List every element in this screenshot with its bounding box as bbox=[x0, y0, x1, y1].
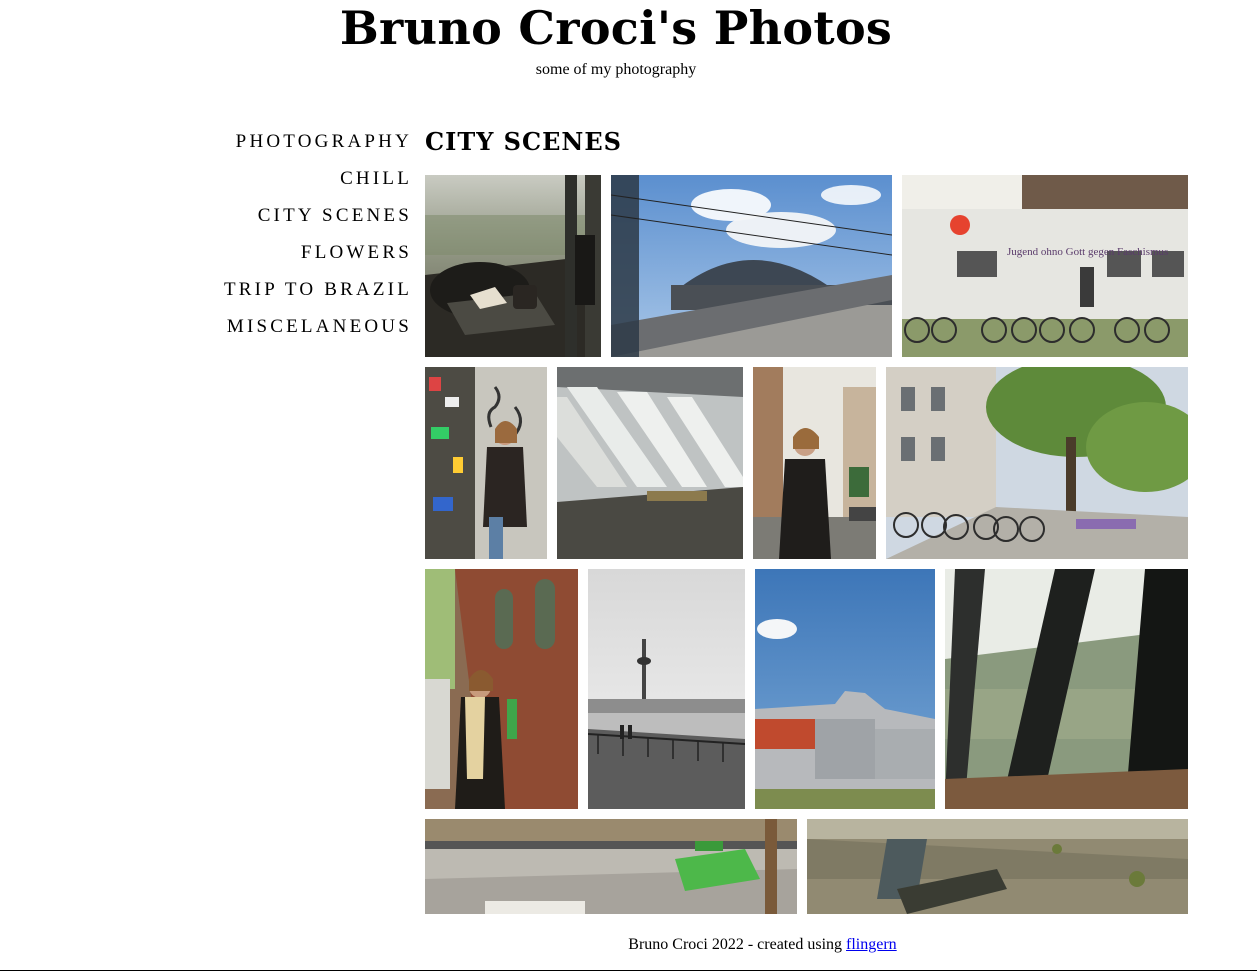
nav-item-city-scenes[interactable]: CITY SCENES bbox=[224, 202, 412, 239]
photo-woman-stickered-wall[interactable] bbox=[425, 367, 547, 559]
footer-text: Bruno Croci 2022 - created using bbox=[628, 936, 847, 953]
nav-item-flowers[interactable]: FLOWERS bbox=[224, 239, 412, 276]
photo-tv-tower-bw[interactable] bbox=[588, 569, 745, 809]
photo-cafe-table[interactable] bbox=[425, 175, 601, 357]
nav-item-chill[interactable]: CHILL bbox=[224, 165, 412, 202]
photo-woman-street[interactable] bbox=[753, 367, 876, 559]
photo-street-bicycles-trees[interactable] bbox=[886, 367, 1188, 559]
photo-tower-windows[interactable] bbox=[557, 367, 743, 559]
footer-link-flingern[interactable]: flingern bbox=[846, 936, 897, 953]
photo-bench-closeup[interactable] bbox=[807, 819, 1188, 914]
photo-woman-brick-building[interactable] bbox=[425, 569, 578, 809]
site-subtitle: some of my photography bbox=[535, 61, 697, 78]
nav-item-photography[interactable]: PHOTOGRAPHY bbox=[224, 128, 412, 165]
nav-item-trip-to-brazil[interactable]: TRIP TO BRAZIL bbox=[224, 276, 412, 313]
graffiti-text: Jugend ohno Gott gegen Faschismus bbox=[1007, 246, 1168, 258]
site-title: Bruno Croci's Photos bbox=[339, 1, 893, 55]
gallery-title: CITY SCENES bbox=[425, 127, 622, 156]
photo-green-container[interactable] bbox=[425, 819, 797, 914]
page-bottom-border bbox=[0, 970, 1257, 971]
category-nav: PHOTOGRAPHY CHILL CITY SCENES FLOWERS TR… bbox=[224, 128, 409, 350]
photo-wall-bicycles[interactable]: Jugend ohno Gott gegen Faschismus bbox=[902, 175, 1188, 357]
photo-museum-blue-sky[interactable] bbox=[755, 569, 935, 809]
photo-train-station[interactable] bbox=[611, 175, 892, 357]
nav-item-miscelaneous[interactable]: MISCELANEOUS bbox=[224, 313, 412, 350]
photo-city-view-window[interactable] bbox=[945, 569, 1188, 809]
footer: Bruno Croci 2022 - created using flinger… bbox=[425, 935, 1100, 955]
